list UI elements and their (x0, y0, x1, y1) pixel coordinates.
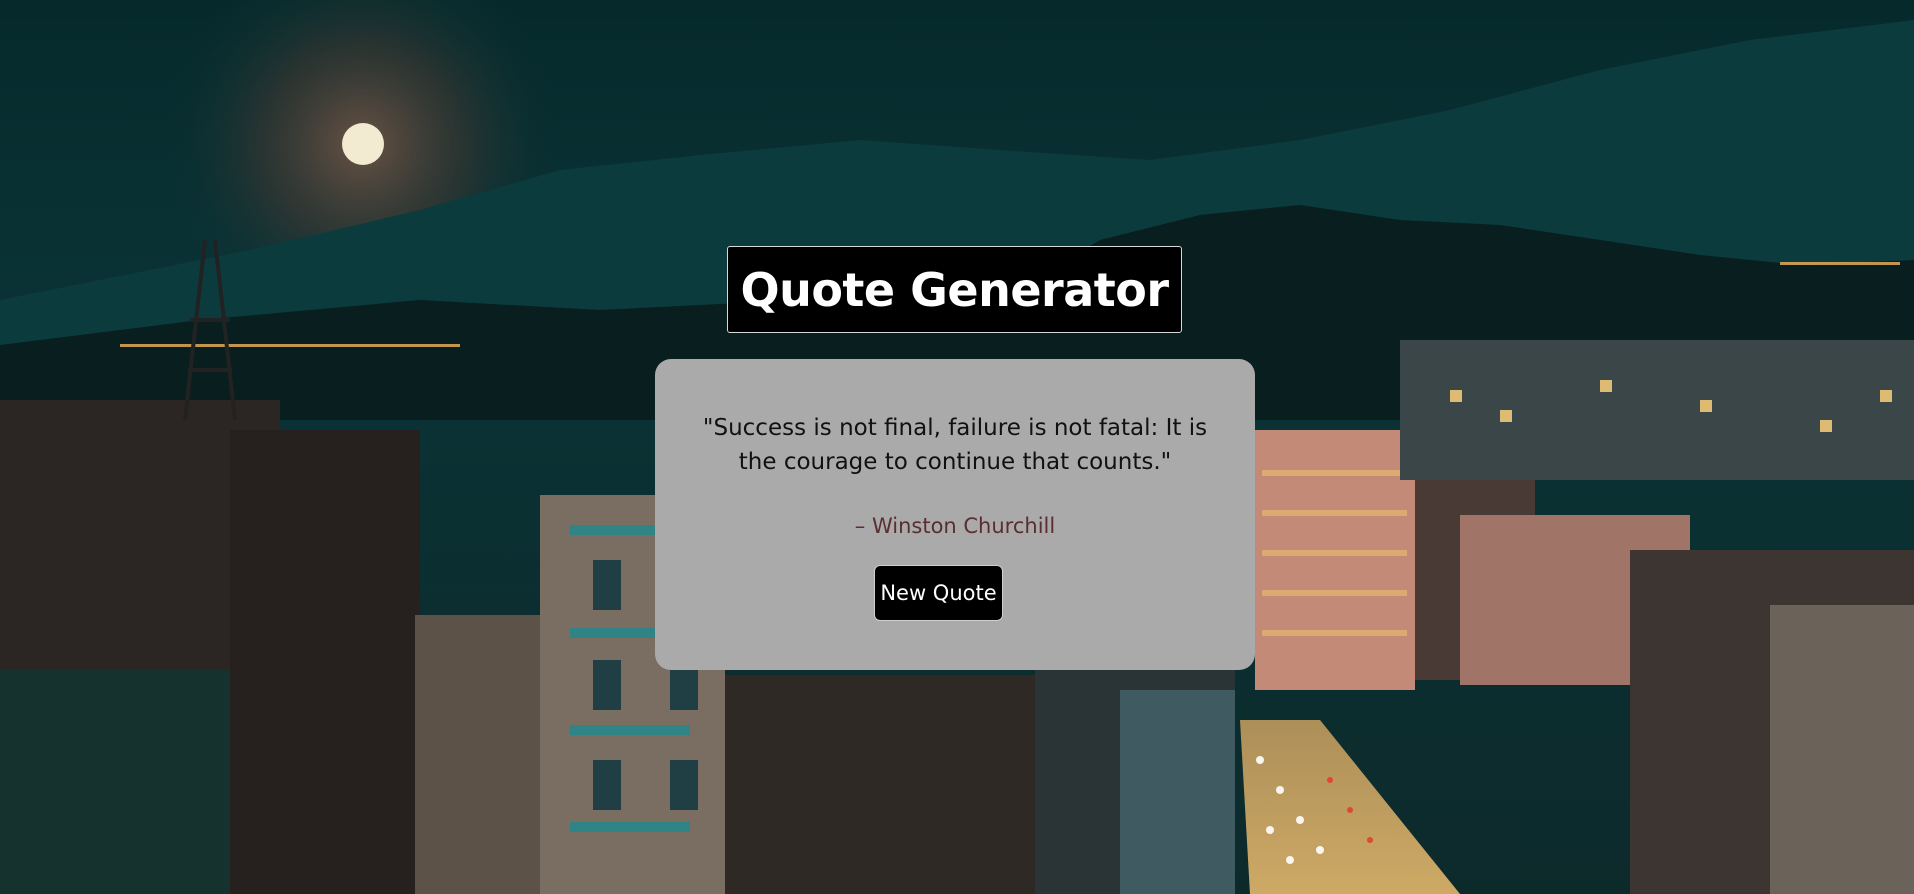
quote-card: "Success is not final, failure is not fa… (655, 359, 1255, 670)
page-title: Quote Generator (740, 262, 1169, 317)
new-quote-button[interactable]: New Quote (874, 565, 1003, 621)
quote-text: "Success is not final, failure is not fa… (702, 415, 1208, 475)
title-box: Quote Generator (727, 246, 1182, 333)
quote-author: – Winston Churchill (854, 514, 1056, 538)
